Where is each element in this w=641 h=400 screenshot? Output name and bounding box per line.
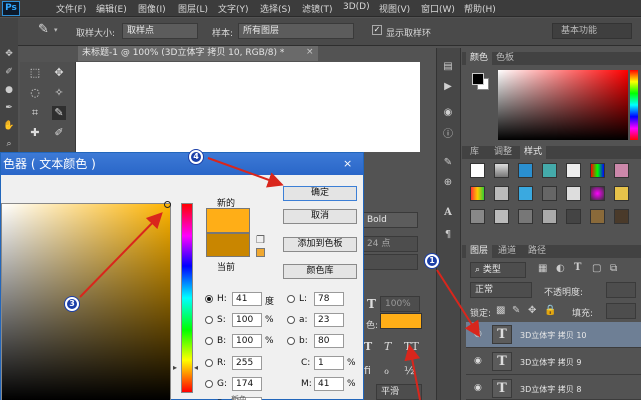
annotation-arrow-4 (207, 157, 284, 188)
annotation-badge-1: 1 (425, 254, 439, 268)
annotation-arrow-color (404, 344, 421, 400)
annotation-badge-4: 4 (189, 150, 203, 164)
annotation-arrow-3 (79, 212, 163, 298)
annotation-overlay (79, 157, 481, 400)
annotation-badge-3: 3 (65, 297, 79, 311)
annotation-arrow-1 (436, 269, 481, 338)
